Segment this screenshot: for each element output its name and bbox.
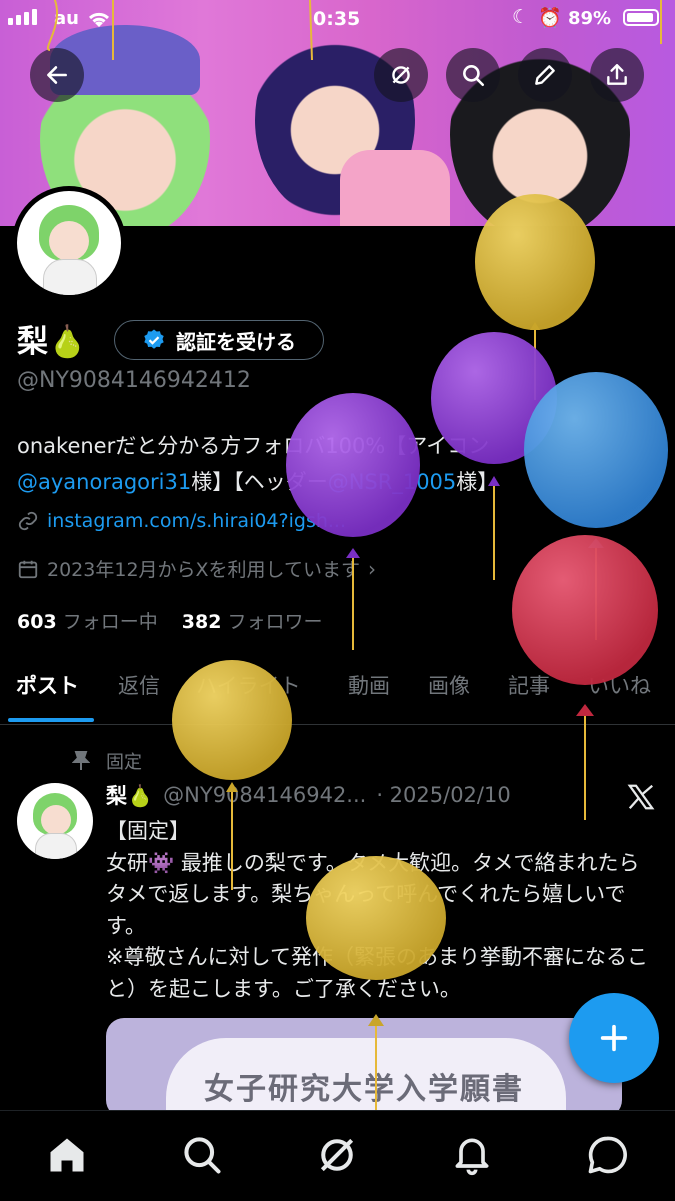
display-name: 梨🍐	[17, 324, 87, 360]
search-icon	[463, 65, 485, 87]
alarm-icon: ⏰	[538, 7, 562, 29]
pinned-indicator: 固定	[72, 748, 142, 774]
edit-icon	[535, 65, 555, 85]
post-text-paragraph: ※尊敬さんに対して発作（緊張のあまり挙動不審になること）を起こします。ご了承くだ…	[106, 945, 648, 1001]
bio-mention-link[interactable]: @NSR_1005	[328, 470, 457, 494]
post-author-name[interactable]: 梨🍐	[106, 780, 153, 810]
arrow-left-icon	[47, 66, 67, 84]
following-link[interactable]: 603 フォロー中	[17, 611, 158, 633]
joined-date: 2023年12月からXを利用しています	[47, 559, 360, 581]
followers-label: フォロワー	[227, 611, 323, 633]
bio-text: onakenerだと分かる方フォロバ100%【アイコン	[17, 434, 490, 458]
search-icon[interactable]	[180, 1133, 224, 1177]
followers-link[interactable]: 382 フォロワー	[182, 611, 323, 633]
share-icon	[607, 64, 627, 85]
calendar-icon	[18, 560, 38, 578]
tab-articles[interactable]: 記事	[508, 670, 550, 700]
pin-icon	[72, 751, 90, 770]
verified-badge-icon	[144, 329, 164, 349]
post-header: 梨🍐 @NY90841469​42... · 2025/02/10	[106, 780, 511, 810]
edit-button[interactable]	[518, 48, 572, 102]
following-count: 603	[17, 611, 57, 633]
bottom-navigation	[0, 1110, 675, 1201]
tab-highlights[interactable]: ハイライト	[196, 670, 301, 700]
moon-icon: ☾	[512, 6, 530, 28]
profile-link-row[interactable]: instagram.com/s.hirai04?igsh...	[17, 510, 346, 532]
profile-avatar[interactable]	[12, 186, 126, 300]
notifications-icon[interactable]	[450, 1133, 494, 1177]
carrier-label: au	[54, 8, 79, 29]
signal-icon	[8, 9, 37, 25]
balloon-blue	[524, 372, 668, 640]
home-icon[interactable]	[45, 1133, 89, 1177]
profile-tabs: ポスト 返信 ハイライト 動画 画像 記事 いいね	[0, 662, 675, 725]
profile-handle: @NY9084146942412	[17, 368, 251, 393]
grok-button[interactable]	[374, 48, 428, 102]
search-button[interactable]	[446, 48, 500, 102]
grok-icon	[392, 66, 410, 84]
following-label: フォロー中	[62, 611, 158, 633]
joined-date-row[interactable]: 2023年12月からXを利用しています ›	[17, 555, 376, 582]
grok-icon[interactable]	[315, 1133, 359, 1177]
profile-bio: onakenerだと分かる方フォロバ100%【アイコン @ayanoragori…	[17, 428, 667, 500]
battery-percent: 89%	[568, 8, 612, 29]
followers-count: 382	[181, 611, 222, 633]
active-tab-indicator	[8, 718, 94, 722]
post-author-avatar[interactable]	[17, 783, 93, 859]
back-button[interactable]	[30, 48, 84, 102]
post-text-paragraph: 女研👾 最推しの梨です。タメ大歓迎。タメで絡まれたらタメで返します。梨ちゃんって…	[106, 850, 640, 938]
post-body: 【固定】 女研👾 最推しの梨です。タメ大歓迎。タメで絡まれたらタメで返します。梨…	[106, 816, 656, 1005]
tab-posts[interactable]: ポスト	[16, 670, 79, 700]
tab-videos[interactable]: 動画	[348, 670, 390, 700]
bio-text: 様】【ヘッダー	[191, 470, 328, 494]
bio-mention-link[interactable]: @ayanoragori31	[17, 470, 191, 494]
messages-icon[interactable]	[585, 1133, 629, 1177]
bio-text: 様】	[456, 470, 499, 494]
link-icon	[18, 511, 38, 531]
profile-link[interactable]: instagram.com/s.hirai04?igsh...	[47, 510, 346, 532]
banner-character-outfit	[340, 150, 450, 226]
status-bar: au 0:35 ☾ ⏰ 89%	[0, 0, 675, 38]
clock: 0:35	[313, 8, 361, 30]
tab-replies[interactable]: 返信	[118, 670, 160, 700]
post-image[interactable]: 女子研究大学入学願書	[106, 1018, 622, 1118]
tab-images[interactable]: 画像	[428, 670, 470, 700]
follow-stats: 603 フォロー中 382 フォロワー	[17, 607, 323, 634]
pinned-label: 固定	[106, 752, 142, 773]
post-author-handle[interactable]: @NY90841469​42...	[163, 783, 366, 807]
chevron-right-icon: ›	[367, 556, 376, 581]
x-logo-icon[interactable]	[626, 782, 656, 812]
tab-likes[interactable]: いいね	[588, 670, 651, 700]
battery-icon	[623, 9, 659, 26]
wifi-icon	[88, 12, 110, 27]
get-verified-label: 認証を受ける	[176, 329, 296, 354]
post-image-caption: 女子研究大学入学願書	[204, 1072, 524, 1107]
plus-icon	[600, 1024, 628, 1052]
post-date[interactable]: · 2025/02/10	[376, 783, 510, 807]
share-button[interactable]	[590, 48, 644, 102]
post-text-line: 【固定】	[106, 819, 190, 843]
compose-post-button[interactable]	[569, 993, 659, 1083]
get-verified-button[interactable]: 認証を受ける	[114, 320, 324, 360]
avatar-image	[17, 191, 121, 295]
